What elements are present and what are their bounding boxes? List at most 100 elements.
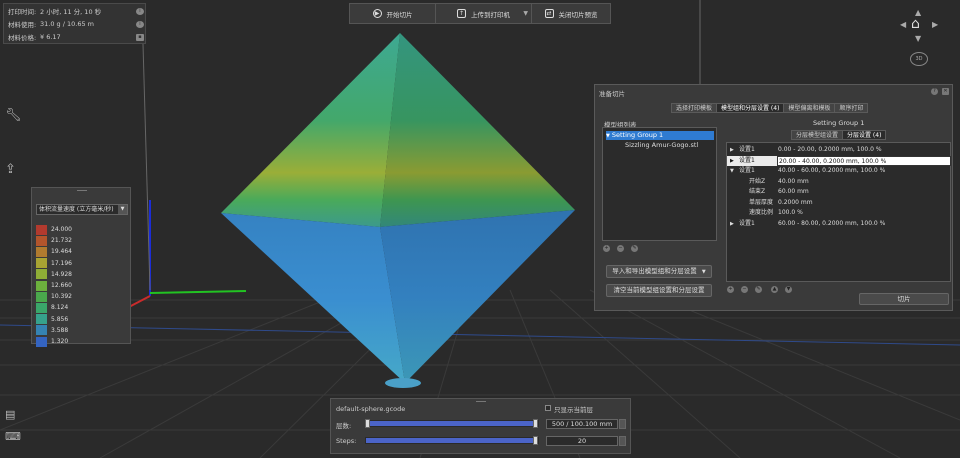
layer-row[interactable]: ▼ 设置1 40.00 - 60.00, 0.2000 mm, 100.0 % xyxy=(727,166,951,177)
legend-panel: 体积流量速度 (立方毫米/秒) ▼ 24.000 21.732 19.464 17.1… xyxy=(31,187,131,347)
tab-model-group-layer[interactable]: 模型组和分层设置 (4) xyxy=(716,103,785,113)
layer-row[interactable]: 速度比例 100.0 % xyxy=(727,208,951,219)
tab-sequential-print[interactable]: 顺序打印 xyxy=(834,103,869,113)
chevron-down-icon[interactable]: ▼ xyxy=(523,10,528,17)
model-group-tree[interactable]: ▼ Setting Group 1 Sizzling Amur-Gogo.stl xyxy=(602,127,717,241)
tab-print-template[interactable]: 选择打印模板 xyxy=(671,103,718,113)
layer-key: 设置1 xyxy=(739,156,755,164)
rotate-3d-icon[interactable]: 3D xyxy=(910,52,928,66)
layer-key: 设置1 xyxy=(739,219,755,227)
start-slice-button[interactable]: ▶ 开始切片 xyxy=(350,4,436,23)
drag-handle[interactable] xyxy=(476,401,486,402)
chevron-down-icon[interactable]: ▼ xyxy=(606,133,610,139)
wrench-icon[interactable]: 🔧︎ xyxy=(5,108,22,123)
steps-spinner[interactable] xyxy=(619,436,626,446)
legend-swatch xyxy=(36,325,47,336)
steps-slider[interactable] xyxy=(365,436,539,445)
tree-item-group[interactable]: ▼ Setting Group 1 xyxy=(606,131,714,140)
layer-row[interactable]: ▶ 设置1 20.00 - 40.00, 0.2000 mm, 100.0 % xyxy=(727,155,951,167)
legend-entry: 5.856 xyxy=(36,314,68,325)
edit-icon[interactable]: ✎ xyxy=(755,286,762,293)
show-current-layer-checkbox[interactable] xyxy=(545,405,551,411)
layer-value: 100.0 % xyxy=(778,209,803,216)
layer-settings-list[interactable]: ▶ 设置1 0.00 - 20.00, 0.2000 mm, 100.0 % ▶ 设置1… xyxy=(726,142,951,282)
info-icon[interactable]: i xyxy=(136,20,144,28)
layer-key: 速度比例 xyxy=(749,209,774,216)
edit-icon[interactable]: ✎ xyxy=(631,245,638,252)
upload-icon[interactable]: ⇪ xyxy=(5,162,16,177)
legend-type-select[interactable]: 体积流量速度 (立方毫米/秒) ▼ xyxy=(36,204,128,215)
legend-swatch xyxy=(36,235,47,246)
layer-sub-tabs: 分层模型组设置 分层设置 (4) xyxy=(791,130,887,140)
legend-entry: 17.196 xyxy=(36,258,72,269)
close-preview-button[interactable]: ⇄ 关闭切片预览 xyxy=(532,4,610,23)
tab-model-offset[interactable]: 模型偏离和模板 xyxy=(783,103,836,113)
legend-value: 17.196 xyxy=(51,259,72,267)
save-icon[interactable]: ▪ xyxy=(136,33,144,41)
layer-row[interactable]: 单层厚度 0.2000 mm xyxy=(727,198,951,209)
close-preview-icon: ⇄ xyxy=(544,9,554,18)
slice-button[interactable]: 切片 xyxy=(859,293,949,305)
layer-value: 40.00 - 60.00, 0.2000 mm, 100.0 % xyxy=(778,167,886,174)
tree-item-model[interactable]: Sizzling Amur-Gogo.stl xyxy=(625,141,698,150)
layers-slider[interactable] xyxy=(365,419,539,428)
remove-icon[interactable]: − xyxy=(741,286,748,293)
chevron-right-icon[interactable]: ▶ xyxy=(730,145,734,156)
layer-value: 40.00 mm xyxy=(778,177,809,185)
navigation-control[interactable]: ▲ ◀ ▶ ▼ ⌂ xyxy=(900,8,940,48)
layer-row[interactable]: 开始Z 40.00 mm xyxy=(727,177,951,188)
layers-handle-end[interactable] xyxy=(533,419,538,428)
info-icon[interactable]: i xyxy=(136,7,144,15)
upload-icon: ↑ xyxy=(457,9,466,18)
group-label: Setting Group 1 xyxy=(611,131,664,139)
add-icon[interactable]: + xyxy=(727,286,734,293)
close-icon[interactable]: ✕ xyxy=(942,88,949,95)
drag-handle[interactable] xyxy=(77,190,87,191)
legend-entry: 10.392 xyxy=(36,291,72,302)
chevron-right-icon[interactable]: ▶ xyxy=(730,219,734,230)
gcode-panel: default-sphere.gcode 只显示当前层 层数: 500 / 10… xyxy=(330,398,631,454)
chevron-down-icon[interactable]: ▼ xyxy=(702,269,706,275)
tab-layer-settings[interactable]: 分层设置 (4) xyxy=(842,130,887,140)
chevron-right-icon[interactable]: ▶ xyxy=(730,156,734,167)
layers-value-field[interactable]: 500 / 100.100 mm xyxy=(546,419,618,429)
chevron-down-icon[interactable]: ▼ xyxy=(730,166,734,177)
home-icon[interactable]: ⌂ xyxy=(911,16,920,32)
layer-row[interactable]: ▶ 设置1 0.00 - 20.00, 0.2000 mm, 100.0 % xyxy=(727,145,951,156)
arrow-right-icon[interactable]: ▶ xyxy=(932,20,938,29)
layer-value: 0.00 - 20.00, 0.2000 mm, 100.0 % xyxy=(778,146,882,153)
layers-handle-start[interactable] xyxy=(365,419,370,428)
top-toolbar: ▶ 开始切片 ↑ 上传到打印机 ▼ ⇄ 关闭切片预览 xyxy=(349,3,611,24)
remove-icon[interactable]: − xyxy=(617,245,624,252)
layer-row[interactable]: 结束Z 60.00 mm xyxy=(727,187,951,198)
legend-entry: 24.000 xyxy=(36,224,72,235)
move-down-icon[interactable]: ▼ xyxy=(785,286,792,293)
legend-swatch xyxy=(36,224,47,235)
print-time-row: 打印时间: 2 小时, 11 分, 10 秒 i xyxy=(8,6,144,16)
keyboard-icon[interactable]: ⌨ xyxy=(5,430,21,443)
clear-settings-button[interactable]: 清空当前模型组设置和分层设置 xyxy=(606,284,712,297)
legend-value: 1.320 xyxy=(51,338,69,346)
move-up-icon[interactable]: ▲ xyxy=(771,286,778,293)
tab-layer-group-settings[interactable]: 分层模型组设置 xyxy=(791,130,844,140)
slicing-dialog: 准备切片 ? ✕ 选择打印模板 模型组和分层设置 (4) 模型偏离和模板 顺序打… xyxy=(594,84,953,311)
dialog-title: 准备切片 xyxy=(599,90,625,98)
steps-handle[interactable] xyxy=(533,436,538,445)
layer-row[interactable]: ▶ 设置1 60.00 - 80.00, 0.2000 mm, 100.0 % xyxy=(727,219,951,230)
legend-entry: 1.320 xyxy=(36,336,68,347)
chevron-down-icon[interactable]: ▼ xyxy=(118,205,127,214)
layer-key: 单层厚度 xyxy=(749,198,774,206)
material-price-row: 材料价格: ¥ 6.17 ▪ xyxy=(8,32,144,42)
legend-swatch xyxy=(36,280,47,291)
help-icon[interactable]: ? xyxy=(931,88,938,95)
steps-value-field[interactable]: 20 xyxy=(546,436,618,446)
add-icon[interactable]: + xyxy=(603,245,610,252)
layer-key: 开始Z xyxy=(749,177,766,185)
document-icon[interactable]: ▤ xyxy=(5,408,15,421)
import-export-button[interactable]: 导入和导出模型组和分层设置 ▼ xyxy=(606,265,712,278)
layers-spinner[interactable] xyxy=(619,419,626,429)
group-header: Setting Group 1 xyxy=(813,119,865,127)
arrow-left-icon[interactable]: ◀ xyxy=(900,20,906,29)
upload-to-printer-button[interactable]: ↑ 上传到打印机 ▼ xyxy=(436,4,532,23)
arrow-down-icon[interactable]: ▼ xyxy=(915,34,921,43)
